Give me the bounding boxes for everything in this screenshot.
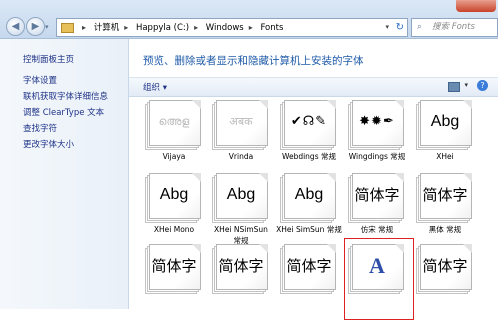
nav-item-font-info-online[interactable]: 联机获取字体详细信息 (23, 90, 108, 102)
font-item[interactable]: Abg (280, 173, 338, 223)
font-name-line: 黑体 常规 (428, 225, 462, 234)
title-bar: ◀ ▶ ▾ ▸ 计算机 ▸ Happyla (C:) ▸ Windows ▸ Font… (0, 0, 498, 39)
selection-highlight (344, 238, 414, 320)
font-name: XHei NSimSun 常规 (203, 224, 279, 246)
refresh-icon[interactable]: ↻ (396, 19, 404, 36)
font-name-line: XHei (436, 152, 454, 161)
nav-item-change-font-size[interactable]: 更改字体大小 (23, 138, 74, 150)
font-item[interactable]: 简体字 (416, 244, 474, 294)
back-arrow-icon: ◀ (11, 21, 20, 32)
breadcrumb-sep: ▸ (248, 23, 253, 32)
address-dropdown-icon[interactable]: ▾ (385, 19, 389, 36)
font-item[interactable]: Abg (212, 173, 270, 223)
font-sample: 简体字 (151, 257, 197, 275)
nav-item-find-character[interactable]: 查找字符 (23, 122, 57, 134)
font-sample: 简体字 (422, 186, 468, 204)
address-bar[interactable]: ▸ 计算机 ▸ Happyla (C:) ▸ Windows ▸ Fonts ▾ ↻ (56, 18, 408, 37)
font-sample: 简体字 (422, 257, 468, 275)
font-name: 仿宋 常规 (339, 224, 415, 235)
help-icon[interactable]: ? (477, 80, 488, 91)
nav-item-font-settings[interactable]: 字体设置 (23, 74, 57, 86)
font-name: XHei Mono (136, 224, 212, 235)
font-item[interactable]: അെള (145, 100, 203, 150)
font-item[interactable]: ✔☊✎ (280, 100, 338, 150)
nav-pane: 控制面板主页 字体设置 联机获取字体详细信息 调整 ClearType 文本 查… (0, 39, 129, 309)
folder-icon (61, 22, 74, 33)
search-icon: ⌕ (417, 22, 422, 32)
font-name-line: Vrinda (228, 152, 254, 161)
font-grid: അെള Vijaya अबक Vrinda ✔☊✎ Webdings 常规 ✸✹✒ Wingd… (129, 96, 498, 320)
font-name: Vrinda (203, 151, 279, 162)
font-name: Wingdings 常规 (339, 151, 415, 162)
forward-button[interactable]: ▶ (26, 17, 45, 36)
font-name: XHei SimSun 常规 (271, 224, 347, 235)
breadcrumb-sep: ▸ (124, 23, 129, 32)
font-name: Webdings 常规 (271, 151, 347, 162)
font-item[interactable]: 简体字 (348, 173, 406, 223)
font-name-line: Webdings 常规 (281, 152, 336, 161)
font-item[interactable]: 简体字 (280, 244, 338, 294)
font-sample: ✸✹✒ (359, 114, 395, 129)
font-item[interactable]: 简体字 (212, 244, 270, 294)
font-sample: 简体字 (218, 257, 264, 275)
page-title: 预览、删除或者显示和隐藏计算机上安装的字体 (143, 55, 364, 67)
organize-button[interactable]: 组织 ▾ (143, 81, 167, 93)
recent-pages-icon[interactable]: ▾ (45, 23, 53, 31)
breadcrumb-drive[interactable]: Happyla (C:) (136, 23, 189, 33)
font-sample: ✔☊✎ (290, 114, 328, 129)
command-bar: 组织 ▾ ▾ ? (129, 77, 498, 97)
view-icon[interactable] (448, 82, 460, 92)
font-sample: അെള (158, 115, 190, 128)
font-item[interactable]: ✸✹✒ (348, 100, 406, 150)
forward-arrow-icon: ▶ (31, 21, 40, 32)
font-name-line: Vijaya (162, 152, 186, 161)
search-placeholder: 搜索 Fonts (432, 22, 475, 32)
font-sample: Abg (226, 186, 256, 203)
breadcrumb-windows[interactable]: Windows (206, 23, 244, 33)
font-item[interactable]: अबक (212, 100, 270, 150)
font-name-line: XHei SimSun 常规 (276, 225, 342, 234)
font-name-line: 仿宋 常规 (360, 225, 394, 234)
font-item[interactable]: 简体字 (416, 173, 474, 223)
breadcrumb-computer[interactable]: 计算机 (94, 23, 120, 33)
breadcrumb-sep: ▸ (82, 23, 87, 32)
font-name: XHei (407, 151, 483, 162)
font-sample: Abg (294, 186, 324, 203)
font-sample: 简体字 (286, 257, 332, 275)
close-button[interactable] (456, 0, 496, 12)
font-sample: 简体字 (354, 186, 400, 204)
view-dropdown-icon[interactable]: ▾ (464, 81, 468, 89)
search-input[interactable]: ⌕ 搜索 Fonts (411, 18, 498, 37)
font-name-line: XHei NSimSun (214, 225, 268, 234)
font-name-line: Wingdings 常规 (348, 152, 406, 161)
nav-item-cleartype[interactable]: 调整 ClearType 文本 (23, 106, 104, 118)
font-item[interactable]: Abg (416, 100, 474, 150)
nav-item-control-panel-home[interactable]: 控制面板主页 (23, 53, 74, 65)
font-item[interactable]: 简体字 (145, 244, 203, 294)
font-name: Vijaya (136, 151, 212, 162)
font-item[interactable]: Abg (145, 173, 203, 223)
font-name: 黑体 常规 (407, 224, 483, 235)
breadcrumb: ▸ 计算机 ▸ Happyla (C:) ▸ Windows ▸ Fonts (61, 19, 283, 37)
font-sample: अबक (229, 115, 253, 128)
font-sample: Abg (430, 113, 460, 130)
main-pane: 预览、删除或者显示和隐藏计算机上安装的字体 组织 ▾ ▾ ? അെള Vijaya… (129, 39, 498, 320)
breadcrumb-sep: ▸ (194, 23, 199, 32)
window-controls (430, 0, 498, 13)
font-sample: Abg (159, 186, 189, 203)
breadcrumb-fonts[interactable]: Fonts (260, 23, 283, 33)
back-button[interactable]: ◀ (6, 17, 25, 36)
font-name-line: XHei Mono (153, 225, 195, 234)
